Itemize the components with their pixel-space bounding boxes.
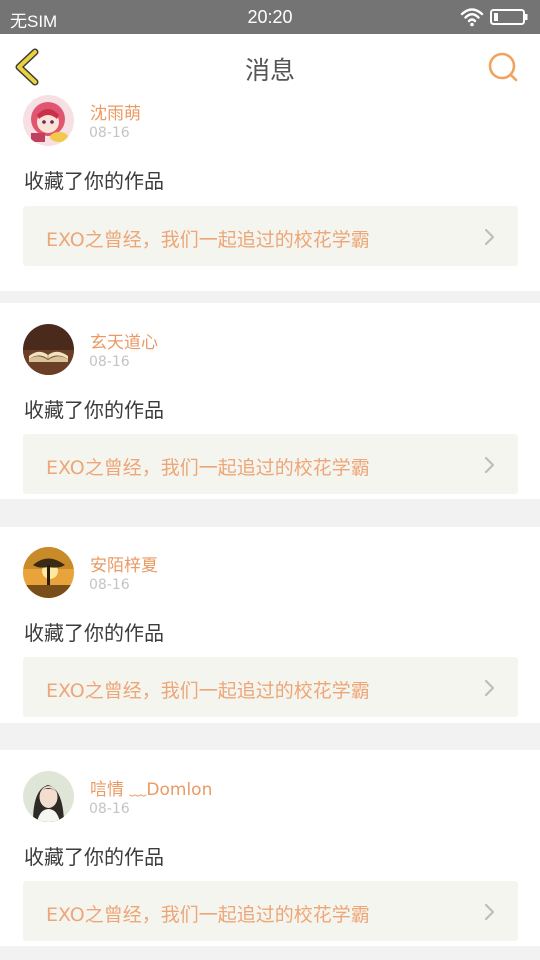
work-title: EXO之曾经，我们一起追过的校花学霸 [46, 680, 370, 702]
search-icon[interactable] [486, 51, 520, 83]
app-header: 消息 [0, 34, 540, 98]
message-card: 安陌梓夏 08-16 收藏了你的作品 EXO之曾经，我们一起追过的校花学霸 [0, 527, 540, 723]
work-link[interactable]: EXO之曾经，我们一起追过的校花学霸 [23, 657, 518, 717]
open-book-avatar[interactable] [23, 324, 74, 375]
message-date: 08-16 [89, 577, 130, 593]
status-clock: 20:20 [247, 7, 293, 27]
sunset-tree-avatar[interactable] [23, 547, 74, 598]
user-name[interactable]: 唁情 ﹏Domlon [90, 775, 212, 800]
work-title: EXO之曾经，我们一起追过的校花学霸 [46, 904, 370, 926]
page-title: 消息 [244, 56, 295, 85]
work-link[interactable]: EXO之曾经，我们一起追过的校花学霸 [23, 206, 518, 266]
wifi-icon [460, 8, 484, 27]
work-link[interactable]: EXO之曾经，我们一起追过的校花学霸 [23, 434, 518, 494]
action-text: 收藏了你的作品 [24, 845, 164, 869]
message-date: 08-16 [89, 801, 130, 817]
message-card: 沈雨萌 08-16 收藏了你的作品 EXO之曾经，我们一起追过的校花学霸 [0, 95, 540, 291]
work-link[interactable]: EXO之曾经，我们一起追过的校花学霸 [23, 881, 518, 941]
message-card: 唁情 ﹏Domlon 08-16 收藏了你的作品 EXO之曾经，我们一起追过的校… [0, 750, 540, 946]
anime-girl-avatar[interactable] [23, 95, 74, 146]
action-text: 收藏了你的作品 [24, 398, 164, 422]
action-text: 收藏了你的作品 [24, 169, 164, 193]
message-card: 玄天道心 08-16 收藏了你的作品 EXO之曾经，我们一起追过的校花学霸 [0, 303, 540, 499]
user-name[interactable]: 玄天道心 [90, 328, 158, 353]
action-text: 收藏了你的作品 [24, 621, 164, 645]
chevron-right-icon [484, 456, 495, 474]
user-name[interactable]: 沈雨萌 [90, 99, 141, 124]
user-name[interactable]: 安陌梓夏 [90, 551, 158, 576]
chevron-right-icon [484, 228, 495, 246]
message-date: 08-16 [89, 354, 130, 370]
work-title: EXO之曾经，我们一起追过的校花学霸 [46, 457, 370, 479]
status-bar: 无SIM 20:20 [0, 0, 540, 34]
chevron-right-icon [484, 679, 495, 697]
work-title: EXO之曾经，我们一起追过的校花学霸 [46, 229, 370, 251]
chevron-right-icon [484, 903, 495, 921]
battery-icon [490, 9, 528, 25]
girl-portrait-avatar[interactable] [23, 771, 74, 822]
message-date: 08-16 [89, 125, 130, 141]
